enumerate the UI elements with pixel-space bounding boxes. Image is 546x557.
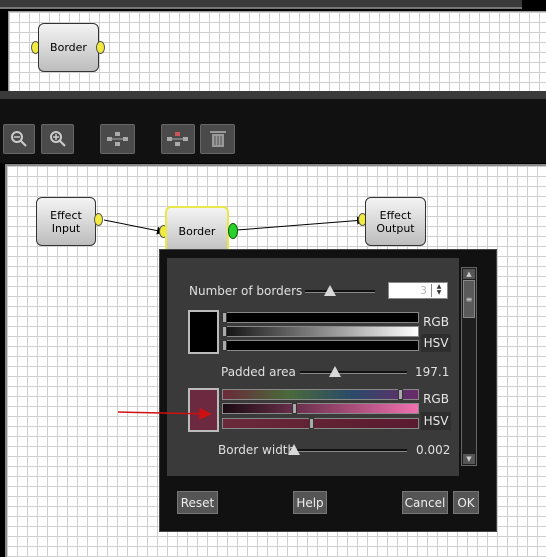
top-border-output-port[interactable] (96, 41, 105, 54)
spinbox-arrows-icon[interactable]: ▲ ▼ (431, 284, 446, 297)
top-border-node-label: Border (50, 41, 87, 54)
zoom-out-icon (11, 131, 27, 147)
color2-hsv-button[interactable]: HSV (421, 412, 451, 430)
ok-button[interactable]: OK (453, 491, 479, 514)
top-window-border (0, 0, 546, 11)
border-width-slider[interactable] (292, 449, 407, 452)
trash-icon (209, 131, 226, 147)
scroll-up-icon[interactable]: ▲ (463, 269, 475, 279)
padded-area-slider[interactable] (300, 371, 407, 374)
graph-toolbar (0, 99, 546, 163)
top-border-node[interactable]: Border (38, 23, 99, 72)
color2-bar-2[interactable] (222, 403, 419, 414)
border-width-label: Border width (218, 443, 296, 457)
color2-bar-1[interactable] (222, 389, 419, 400)
color1-swatch[interactable] (188, 310, 219, 354)
color2-bar-1-handle[interactable] (398, 389, 403, 400)
effect-output-label-line1: Effect (379, 208, 412, 222)
effect-input-output-port[interactable] (94, 213, 103, 226)
padded-area-label: Padded area (221, 365, 296, 379)
effect-output-label-line2: Output (376, 221, 415, 235)
color2-swatch[interactable] (188, 388, 219, 432)
number-of-borders-slider-thumb[interactable] (323, 285, 336, 296)
color1-bar-3[interactable] (222, 340, 419, 351)
color2-bar-2-handle[interactable] (292, 403, 297, 414)
scrollbar-thumb[interactable]: ≡ (463, 280, 475, 318)
color1-bar-2[interactable] (222, 326, 419, 337)
color2-bar-3-handle[interactable] (309, 418, 314, 429)
cancel-button[interactable]: Cancel (402, 491, 448, 514)
color1-hsv-button[interactable]: HSV (421, 334, 451, 352)
color1-bar-1[interactable] (222, 312, 419, 323)
number-of-borders-label: Number of borders (189, 284, 303, 298)
color1-bar-1-handle[interactable] (222, 312, 227, 323)
border-width-slider-thumb[interactable] (288, 444, 301, 455)
zoom-out-button[interactable] (3, 124, 35, 154)
number-of-borders-value: 3 (420, 284, 427, 297)
zoom-in-icon (49, 131, 66, 147)
zoom-in-button[interactable] (41, 124, 74, 154)
padded-area-slider-thumb[interactable] (329, 366, 342, 377)
padded-area-value: 197.1 (415, 365, 450, 379)
layout-icon (106, 132, 128, 146)
effect-input-label-line2: Input (51, 221, 81, 235)
border-output-port[interactable] (228, 223, 238, 239)
color2-rgb-button[interactable]: RGB (421, 390, 451, 408)
effect-input-label-line1: Effect (50, 208, 82, 222)
layout-alt-icon (167, 132, 188, 146)
reset-button[interactable]: Reset (177, 491, 218, 514)
color1-rgb-button[interactable]: RGB (421, 313, 451, 331)
border-width-value: 0.002 (416, 443, 451, 457)
help-button[interactable]: Help (293, 491, 327, 514)
border-node-label: Border (178, 224, 216, 238)
color2-bar-3[interactable] (222, 418, 419, 429)
color1-bar-2-handle[interactable] (222, 326, 227, 337)
color1-bar-3-handle[interactable] (222, 340, 227, 351)
number-of-borders-slider[interactable] (305, 290, 375, 293)
auto-layout-button[interactable] (100, 124, 135, 154)
effect-input-node[interactable]: Effect Input (36, 197, 96, 246)
delete-button[interactable] (200, 124, 235, 154)
layout-alt-button[interactable] (161, 124, 195, 154)
effect-output-node[interactable]: Effect Output (365, 197, 426, 246)
number-of-borders-spinbox[interactable]: 3 ▲ ▼ (388, 282, 448, 299)
dialog-scrollbar[interactable]: ▲ ≡ ▼ (461, 267, 477, 466)
top-graph-bottom-border (0, 91, 546, 99)
scroll-down-icon[interactable]: ▼ (463, 454, 475, 464)
